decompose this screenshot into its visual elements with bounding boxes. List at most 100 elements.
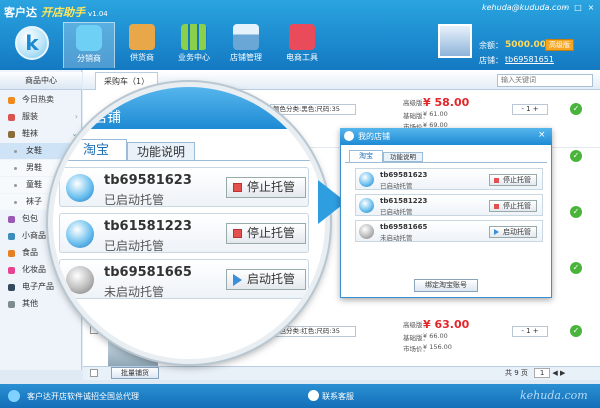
account-name: tb69581665 (380, 223, 428, 231)
sidebar-item-label: 食品 (22, 248, 38, 257)
button-label: 启动托管 (503, 228, 531, 236)
start-hosting-button[interactable]: 启动托管 (489, 226, 537, 238)
sidebar-item-label: 鞋袜 (22, 129, 38, 138)
next-page-button[interactable]: ▶ (560, 369, 565, 377)
contact-support-link[interactable]: 联系客服 (322, 391, 354, 402)
app-name: 客户达 (4, 6, 37, 19)
wangwang-avatar-icon (359, 198, 374, 213)
minimize-button[interactable]: – (560, 3, 570, 12)
qty-value[interactable]: 1 (526, 327, 530, 335)
sidebar-item-label: 女鞋 (26, 146, 42, 155)
wangwang-avatar-icon (359, 172, 374, 187)
quantity-stepper[interactable]: - 1 + (512, 104, 548, 115)
nav-supplier[interactable]: 供货商 (116, 22, 168, 68)
zoom-tab-taobao[interactable]: 淘宝 (65, 139, 127, 161)
maximize-button[interactable]: □ (573, 3, 583, 12)
stop-icon (233, 183, 242, 192)
app-logo: k (15, 26, 49, 60)
nav-label: 业务中心 (178, 53, 210, 62)
status-text[interactable]: 客户达开店软件诚招全国总代理 (27, 391, 139, 402)
wangwang-avatar-icon (359, 224, 374, 239)
store-management-icon (233, 24, 259, 50)
sidebar-item-label: 袜子 (26, 197, 42, 206)
category-icon (8, 267, 15, 274)
category-icon (8, 233, 15, 240)
cart-icon[interactable]: ✓ (570, 325, 582, 337)
sidebar-item-label: 服装 (22, 112, 38, 121)
select-all-checkbox[interactable] (90, 369, 98, 377)
account-status: 未启动托管 (380, 234, 413, 242)
button-label: 停止托管 (247, 180, 296, 194)
dialog-tab-taobao[interactable]: 淘宝 (349, 150, 383, 162)
user-avatar[interactable] (438, 24, 472, 58)
qty-plus[interactable]: + (533, 105, 539, 113)
nav-label: 供货商 (130, 53, 154, 62)
start-hosting-button[interactable]: 启动托管 (226, 269, 306, 290)
cart-icon[interactable]: ✓ (570, 103, 582, 115)
sidebar-item-label: 电子产品 (22, 282, 54, 291)
zoom-tab-description[interactable]: 功能说明 (127, 142, 195, 161)
nav-store-management[interactable]: 店铺管理 (220, 22, 272, 68)
sidebar-item-label: 其他 (22, 299, 38, 308)
basic-price: ¥ 61.00 (423, 110, 448, 118)
dialog-account-card: tb69581665 未启动托管 启动托管 (355, 220, 543, 242)
page-input[interactable]: 1 (534, 368, 551, 378)
stop-hosting-button[interactable]: 停止托管 (489, 174, 537, 186)
nav-ecommerce-tools[interactable]: 电商工具 (276, 22, 328, 68)
nav-business-center[interactable]: 业务中心 (168, 22, 220, 68)
stop-hosting-button[interactable]: 停止托管 (226, 177, 306, 198)
qty-minus[interactable]: - (521, 327, 524, 335)
zoom-account-card: tb69581623 已启动托管 停止托管 (59, 167, 309, 207)
distributor-icon (76, 25, 102, 51)
bullet-icon (14, 150, 17, 153)
cart-icon[interactable]: ✓ (570, 150, 582, 162)
stop-hosting-button[interactable]: 停止托管 (489, 200, 537, 212)
nav-label: 分销商 (77, 54, 101, 63)
prev-page-button[interactable]: ◀ (552, 369, 557, 377)
bind-taobao-account-button[interactable]: 绑定淘宝账号 (414, 279, 478, 292)
ecommerce-tools-icon (289, 24, 315, 50)
close-button[interactable]: × (586, 3, 596, 12)
cart-icon[interactable]: ✓ (570, 262, 582, 274)
qty-plus[interactable]: + (533, 327, 539, 335)
batch-distribute-button[interactable]: 批量铺货 (111, 367, 159, 379)
qty-minus[interactable]: - (521, 105, 524, 113)
shop-link[interactable]: tb69581651 (505, 55, 554, 64)
button-label: 启动托管 (247, 272, 296, 286)
advanced-version-button[interactable]: 高级版 (545, 39, 574, 51)
dialog-close-icon[interactable]: × (538, 130, 546, 140)
play-icon (494, 229, 499, 235)
magnifier-zoom: 店铺 淘宝 功能说明 tb69581623 已启动托管 停止托管 tb61581… (48, 82, 330, 364)
zoom-title: 店铺 (93, 110, 121, 126)
cart-icon[interactable]: ✓ (570, 206, 582, 218)
bullet-icon (14, 184, 17, 187)
play-icon (233, 274, 242, 286)
market-price: ¥ 156.00 (423, 343, 452, 351)
app-subtitle: 开店助手 (41, 6, 85, 19)
sidebar-item-label: 童鞋 (26, 180, 42, 189)
account-status: 未启动托管 (104, 285, 165, 299)
stop-icon (494, 204, 499, 209)
account-status: 已启动托管 (104, 193, 165, 207)
divider (345, 162, 547, 163)
zoom-account-card: tb69581665 未启动托管 启动托管 (59, 259, 309, 299)
divider (53, 160, 325, 161)
account-name: tb61581223 (380, 197, 428, 205)
button-label: 停止托管 (503, 176, 531, 184)
basic-price: ¥ 66.00 (423, 332, 448, 340)
account-name: tb69581623 (380, 171, 428, 179)
account-name: tb61581223 (104, 219, 192, 234)
stop-hosting-button[interactable]: 停止托管 (226, 223, 306, 244)
stop-icon (494, 178, 499, 183)
search-input[interactable] (497, 74, 593, 87)
sidebar-item-label: 包包 (22, 214, 38, 223)
pager: 共 9 页 1 ◀ ▶ (505, 368, 565, 378)
business-center-icon (181, 24, 207, 50)
qty-value[interactable]: 1 (526, 105, 530, 113)
dialog-tab-description[interactable]: 功能说明 (383, 152, 423, 162)
quantity-stepper[interactable]: - 1 + (512, 326, 548, 337)
account-name: tb69581623 (104, 173, 192, 188)
nav-distributor[interactable]: 分销商 (63, 22, 115, 68)
category-icon (8, 114, 15, 121)
sidebar-item-label: 化妆品 (22, 265, 46, 274)
